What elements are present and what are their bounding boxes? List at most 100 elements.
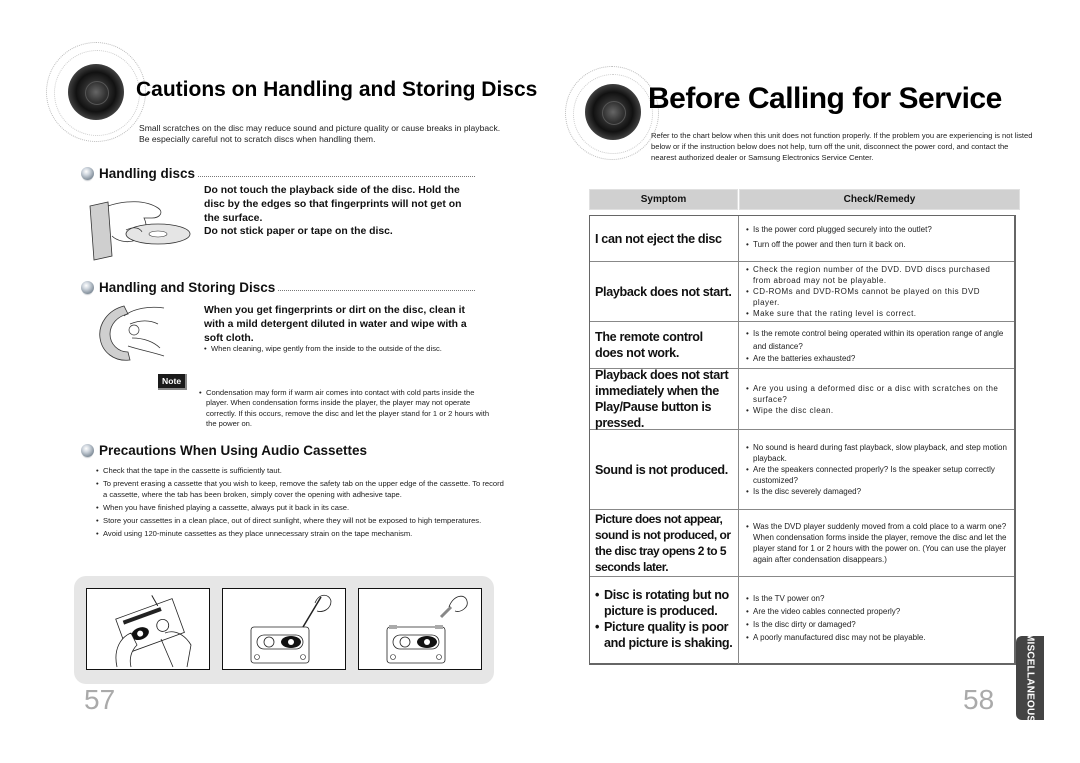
speaker-disc-logo — [46, 42, 146, 142]
remedy-item: Turn off the power and then turn it back… — [746, 239, 1008, 250]
remedy-cell: Is the power cord plugged securely into … — [746, 216, 1008, 261]
symptom-cell: Picture does not appear, sound is not pr… — [595, 510, 738, 576]
table-row: Picture does not appear, sound is not pr… — [590, 510, 1014, 577]
section-title: Precautions When Using Audio Cassettes — [99, 443, 368, 458]
cassette-bullet-list: Check that the tape in the cassette is s… — [96, 466, 506, 539]
section-bullet-icon — [81, 444, 94, 457]
remedy-item: Is the disc dirty or damaged? — [746, 619, 1008, 630]
symptom-text: I can not eject the disc — [595, 231, 722, 246]
section-bullet-icon — [81, 167, 94, 180]
remedy-item: CD-ROMs and DVD-ROMs cannot be played on… — [746, 286, 1008, 308]
cassette-bullet: When you have finished playing a cassett… — [96, 503, 506, 514]
hand-holding-disc-illustration — [89, 201, 191, 261]
symptom-cell: I can not eject the disc — [595, 216, 738, 261]
section-bullet-icon — [81, 281, 94, 294]
section-title: Handling and Storing Discs — [99, 280, 276, 295]
symptom-text: Sound is not produced. — [595, 462, 728, 477]
column-divider — [738, 577, 739, 664]
symptom-text: Picture does not appear, sound is not pr… — [595, 512, 731, 574]
remedy-item: Are the batteries exhausted? — [746, 353, 1008, 364]
speaker-center — [85, 81, 109, 105]
remedy-cell: Is the TV power on? Are the video cables… — [746, 577, 1008, 664]
remedy-item: Make sure that the rating level is corre… — [746, 308, 1008, 319]
covering-tab-opening-icon — [386, 595, 468, 664]
note-badge: Note — [158, 374, 188, 390]
handling-discs-paragraph: Do not stick paper or tape on the disc. — [204, 226, 393, 238]
storing-discs-text: When you get fingerprints or dirt on the… — [204, 305, 467, 344]
intro-text: Refer to the chart below when this unit … — [651, 131, 1033, 162]
remedy-item: Is the power cord plugged securely into … — [746, 224, 1008, 235]
symptom-list: Disc is rotating but no picture is produ… — [595, 587, 738, 651]
remedy-item: Are the speakers connected properly? Is … — [746, 464, 1008, 486]
remedy-cell: Check the region number of the DVD. DVD … — [746, 262, 1008, 321]
column-divider — [738, 510, 739, 576]
symptom-cell: The remote control does not work. — [595, 322, 738, 368]
intro-text: Small scratches on the disc may reduce s… — [139, 123, 501, 144]
symptom-cell: Playback does not start immediately when… — [595, 368, 738, 430]
table-row: The remote control does not work. Is the… — [590, 322, 1014, 369]
column-divider — [738, 322, 739, 368]
table-row: Sound is not produced. No sound is heard… — [590, 430, 1014, 510]
cassette-illustration-panel — [74, 576, 494, 684]
column-divider — [738, 430, 739, 509]
cassette-bullet: To prevent erasing a cassette that you w… — [96, 479, 506, 500]
column-divider — [738, 369, 739, 429]
hands-tightening-tape-icon — [115, 595, 192, 668]
column-header-symptom: Symptom — [589, 189, 738, 210]
section-tab-miscellaneous[interactable]: MISCELLANEOUS — [1016, 633, 1044, 723]
illustration-frame-remove-tab — [222, 588, 346, 670]
handling-discs-text: Do not touch the playback side of the di… — [204, 184, 479, 239]
table-row: Disc is rotating but no picture is produ… — [590, 577, 1014, 664]
section-heading-handling-storing: Handling and Storing Discs — [81, 280, 475, 295]
dotted-leader — [278, 290, 475, 291]
symptom-cell: Disc is rotating but no picture is produ… — [595, 577, 738, 664]
remedy-item: Was the DVD player suddenly moved from a… — [746, 521, 1008, 565]
remedy-cell: Is the remote control being operated wit… — [746, 322, 1008, 368]
cassette-bullet: Check that the tape in the cassette is s… — [96, 466, 506, 477]
symptom-text: Playback does not start. — [595, 284, 732, 299]
remedy-item: Is the TV power on? — [746, 593, 1008, 604]
section-title: Handling discs — [99, 166, 196, 181]
symptom-cell: Playback does not start. — [595, 262, 738, 321]
speaker-disc-logo — [565, 66, 659, 160]
page-number: 57 — [84, 684, 116, 715]
symptom-text: The remote control does not work. — [595, 330, 703, 360]
section-tab-label: MISCELLANEOUS — [1024, 633, 1036, 723]
cassette-bullet: Store your cassettes in a clean place, o… — [96, 516, 506, 527]
remedy-item: Are you using a deformed disc or a disc … — [746, 383, 1008, 405]
page-title: Before Calling for Service — [648, 82, 1002, 115]
removing-safety-tab-icon — [250, 594, 332, 664]
handling-discs-paragraph: Do not touch the playback side of the di… — [204, 185, 462, 224]
symptom-text: Playback does not start immediately when… — [595, 368, 729, 430]
cleaning-disc-illustration — [99, 305, 165, 361]
remedy-item: No sound is heard during fast playback, … — [746, 442, 1008, 464]
symptom-cell: Sound is not produced. — [595, 430, 738, 509]
column-divider — [738, 216, 739, 261]
section-heading-handling-discs: Handling discs — [81, 166, 475, 181]
table-row: Playback does not start. Check the regio… — [590, 262, 1014, 322]
symptom-text: Picture quality is poor and picture is s… — [595, 619, 738, 651]
illustration-frame-tighten-tape — [86, 588, 210, 670]
remedy-cell: No sound is heard during fast playback, … — [746, 430, 1008, 509]
remedy-item: Is the disc severely damaged? — [746, 486, 1008, 497]
storing-discs-bullet: When cleaning, wipe gently from the insi… — [204, 344, 491, 355]
remedy-cell: Are you using a deformed disc or a disc … — [746, 369, 1008, 429]
remedy-item: Is the remote control being operated wit… — [746, 327, 1008, 353]
remedy-cell: Was the DVD player suddenly moved from a… — [746, 510, 1008, 576]
remedy-item: Check the region number of the DVD. DVD … — [746, 264, 1008, 286]
remedy-item: Are the video cables connected properly? — [746, 606, 1008, 617]
note-text: Condensation may form if warm air comes … — [199, 388, 494, 430]
column-divider — [738, 262, 739, 321]
remedy-item: Wipe the disc clean. — [746, 405, 1008, 416]
speaker-center — [602, 101, 626, 125]
illustration-frame-cover-opening — [358, 588, 482, 670]
column-header-remedy: Check/Remedy — [739, 189, 1020, 210]
page-title: Cautions on Handling and Storing Discs — [136, 78, 538, 101]
troubleshooting-table: I can not eject the disc Is the power co… — [589, 215, 1016, 665]
symptom-text: Disc is rotating but no picture is produ… — [595, 587, 738, 619]
page-number: 58 — [963, 684, 995, 715]
section-heading-cassettes: Precautions When Using Audio Cassettes — [81, 443, 481, 458]
cassette-bullet: Avoid using 120-minute cassettes as they… — [96, 529, 506, 540]
table-row: I can not eject the disc Is the power co… — [590, 216, 1014, 262]
remedy-item: A poorly manufactured disc may not be pl… — [746, 632, 1008, 643]
